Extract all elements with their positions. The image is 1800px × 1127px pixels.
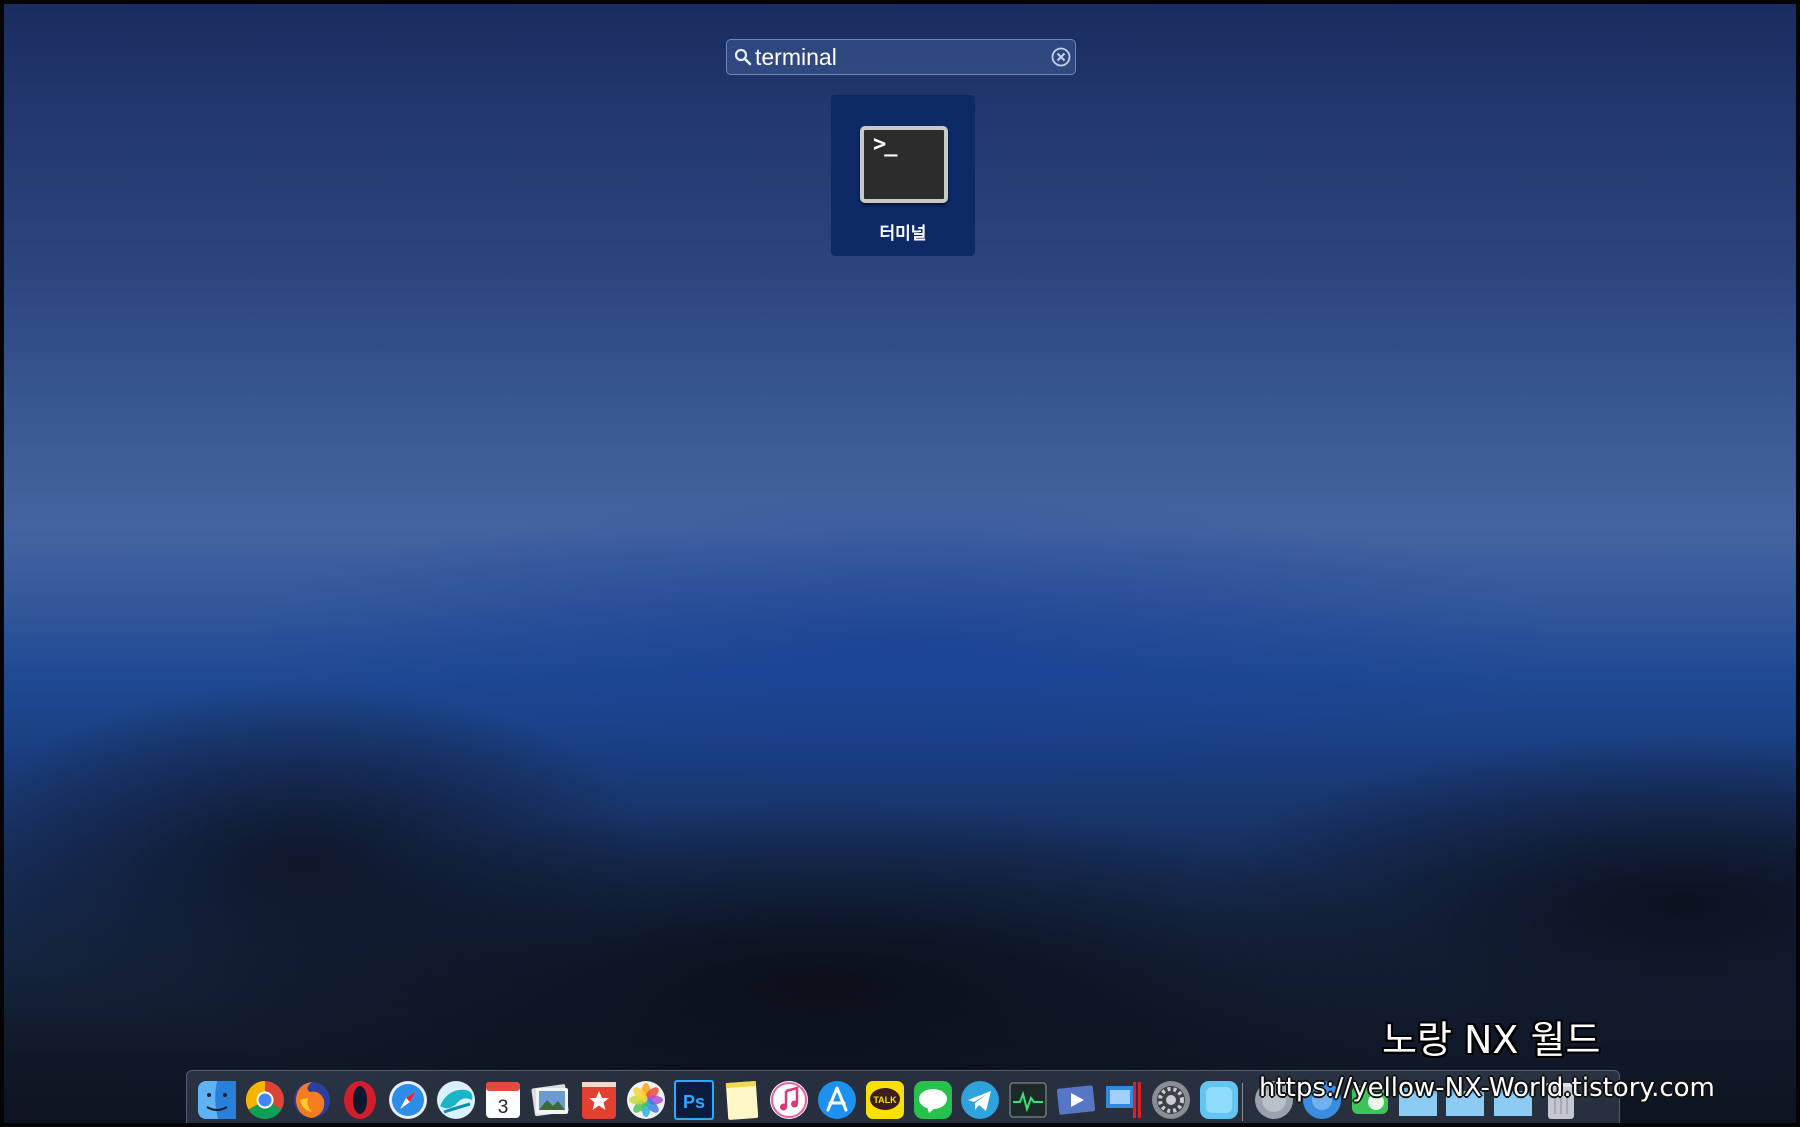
dock-item-photos[interactable]: [624, 1078, 668, 1122]
dock-item-line[interactable]: [911, 1078, 955, 1122]
dock-item-image-capture[interactable]: [529, 1078, 573, 1122]
search-input[interactable]: [753, 40, 1051, 74]
gear-icon: [1152, 1081, 1190, 1119]
red-star-bookmark-icon: [582, 1082, 616, 1119]
dock-item-firefox[interactable]: [290, 1078, 334, 1122]
safari-compass-icon: [389, 1081, 427, 1119]
line-bubble-icon: [914, 1081, 952, 1119]
search-result-terminal[interactable]: >_ 터미널: [831, 95, 975, 256]
kakaotalk-bubble-icon: TALK: [866, 1081, 904, 1119]
watermark-url: https://yellow-NX-World.tistory.com: [1259, 1073, 1715, 1103]
activity-graph-icon: [1009, 1082, 1047, 1118]
terminal-prompt-glyph: >_: [873, 132, 897, 157]
blue-square-app-icon: [1200, 1081, 1238, 1119]
launchpad-desktop: >_ 터미널 3 Ps TALK 노랑 NX 월드 https://yellow-N…: [0, 0, 1800, 1127]
parallels-windows-icon: [1106, 1082, 1141, 1118]
dock-item-parallels[interactable]: [1101, 1078, 1145, 1122]
dock-item-activity-monitor[interactable]: [1006, 1078, 1050, 1122]
launchpad-search-field[interactable]: [726, 39, 1076, 75]
dock-item-finder[interactable]: [195, 1078, 239, 1122]
photos-flower-icon: [627, 1081, 665, 1119]
dock-item-safari[interactable]: [386, 1078, 430, 1122]
dock-item-calendar[interactable]: 3: [481, 1078, 525, 1122]
dock-item-notes[interactable]: [720, 1078, 764, 1122]
clear-search-icon[interactable]: [1051, 39, 1071, 75]
dock-item-opera[interactable]: [338, 1078, 382, 1122]
telegram-plane-icon: [961, 1081, 999, 1119]
terminal-icon: >_: [860, 126, 948, 203]
result-label: 터미널: [879, 224, 927, 244]
search-icon: [733, 39, 753, 75]
calendar-icon: 3: [486, 1082, 520, 1118]
svg-text:TALK: TALK: [873, 1095, 897, 1105]
music-note-icon: [770, 1081, 808, 1119]
svg-text:3: 3: [498, 1097, 509, 1118]
dock-separator: [1242, 1083, 1243, 1121]
dock-item-whale[interactable]: [434, 1078, 478, 1122]
firefox-logo-icon: [294, 1082, 330, 1118]
chrome-logo-icon: [245, 1081, 284, 1120]
watermark-title: 노랑 NX 월드: [1382, 1018, 1601, 1062]
app-store-a-icon: [818, 1081, 856, 1119]
dock-item-itunes[interactable]: [767, 1078, 811, 1122]
finder-face-icon: [198, 1081, 236, 1119]
dock-item-app-store[interactable]: [815, 1078, 859, 1122]
notes-pad-icon: [725, 1080, 759, 1120]
svg-text:Ps: Ps: [683, 1092, 705, 1112]
dock-item-keynote-remote[interactable]: [1054, 1078, 1098, 1122]
dock-item-photoshop[interactable]: Ps: [672, 1078, 716, 1122]
dock-item-kakaotalk[interactable]: TALK: [863, 1078, 907, 1122]
photoshop-icon: Ps: [674, 1080, 714, 1120]
dock-item-chrome[interactable]: [243, 1078, 287, 1122]
dock-item-bookmark-app[interactable]: [577, 1078, 621, 1122]
photo-stack-icon: [531, 1084, 569, 1117]
dock-item-system-preferences[interactable]: [1149, 1078, 1193, 1122]
opera-logo-icon: [344, 1081, 376, 1119]
play-arrow-card-icon: [1056, 1085, 1096, 1115]
dock-item-blue-app[interactable]: [1197, 1078, 1241, 1122]
whale-logo-icon: [437, 1081, 475, 1119]
dock-item-telegram[interactable]: [958, 1078, 1002, 1122]
